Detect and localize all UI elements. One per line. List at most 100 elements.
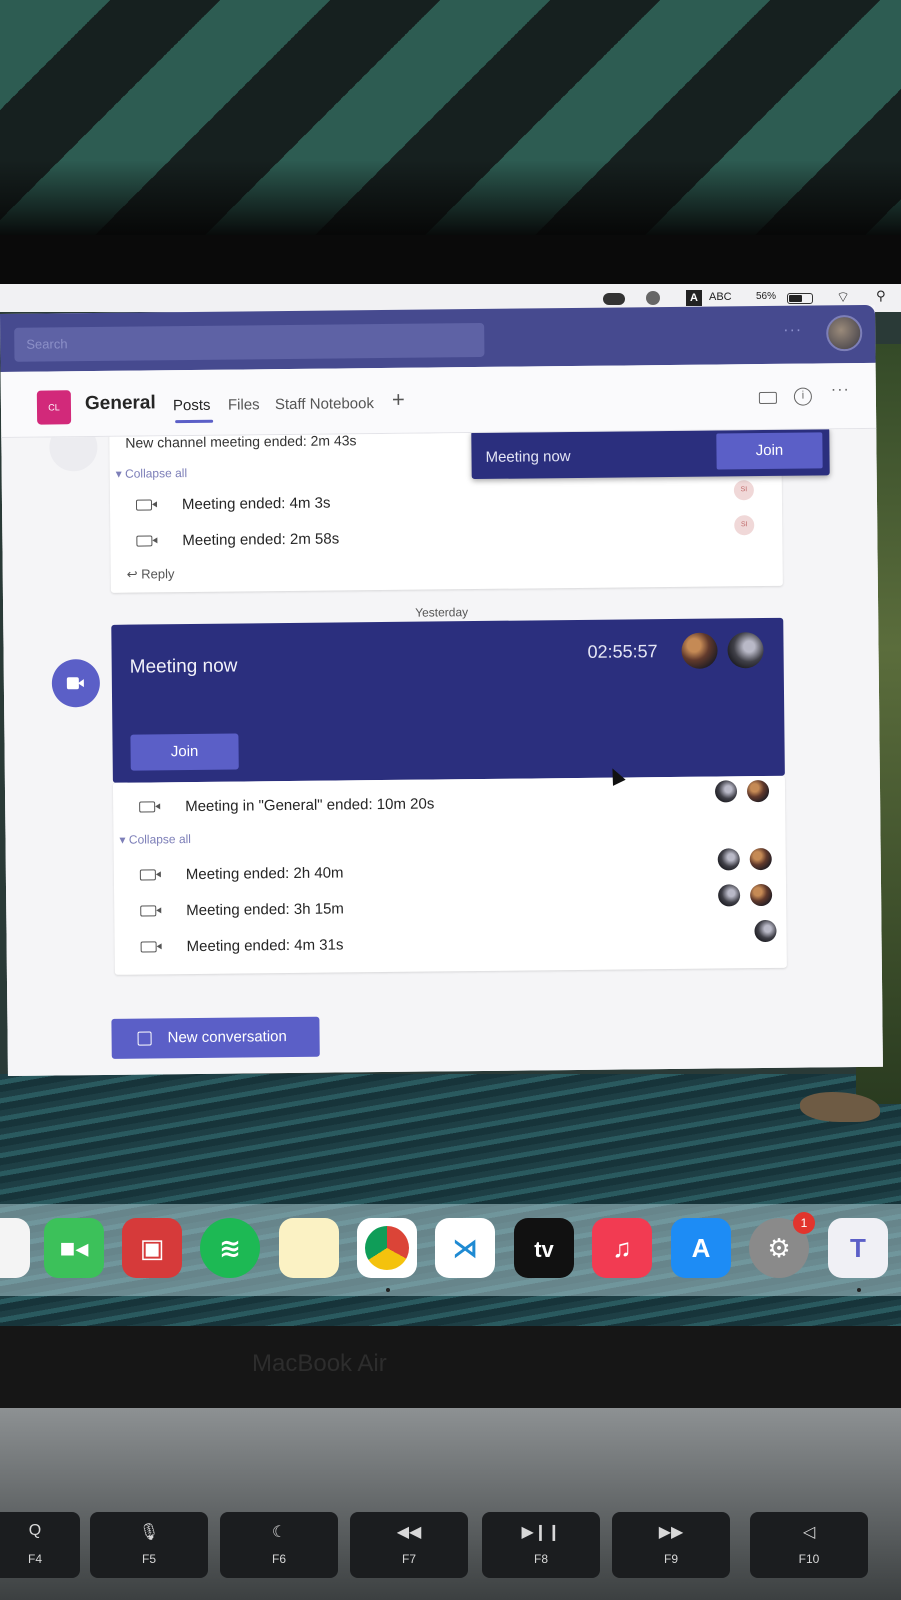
info-icon[interactable]: i: [793, 387, 813, 406]
meeting-now-toast: Meeting now Join: [471, 428, 830, 480]
titlebar-more-icon[interactable]: ···: [783, 322, 802, 340]
input-source-icon[interactable]: A: [686, 290, 702, 306]
meet-now-video-icon[interactable]: [758, 391, 777, 405]
participant-avatar[interactable]: [746, 779, 770, 803]
toast-join-button[interactable]: Join: [716, 432, 823, 470]
key-label: F10: [798, 1552, 820, 1566]
photos-icon[interactable]: [0, 1218, 30, 1278]
key-label: F7: [401, 1552, 416, 1566]
add-tab-button[interactable]: +: [392, 387, 405, 413]
do-not-disturb-key-icon: ☾: [271, 1524, 287, 1541]
new-conversation-button[interactable]: New conversation: [111, 1016, 320, 1059]
laptop-chin: [0, 1326, 901, 1408]
date-divider: Yesterday: [415, 605, 469, 620]
participant-avatar[interactable]: [714, 780, 738, 803]
meeting-row-text: Meeting ended: 2h 40m: [185, 864, 344, 884]
participant-avatar[interactable]: [718, 884, 741, 907]
participant-avatar[interactable]: [727, 632, 764, 669]
participant-avatar[interactable]: [681, 632, 718, 669]
spotify-icon[interactable]: ≋: [200, 1218, 260, 1278]
search-input[interactable]: Search: [14, 322, 485, 362]
key-f7[interactable]: ◀◀ F7: [350, 1512, 468, 1578]
apple-tv-label: tv: [534, 1237, 554, 1262]
meeting-row-text: Meeting ended: 3h 15m: [186, 900, 344, 920]
key-f9[interactable]: ▶▶ F9: [612, 1512, 730, 1578]
reply-button[interactable]: ↩ Reply: [127, 566, 175, 582]
meeting-row-text: Meeting ended: 4m 31s: [186, 936, 344, 956]
facetime-icon[interactable]: ■◂: [44, 1218, 104, 1278]
music-icon[interactable]: ♫: [592, 1218, 652, 1278]
chrome-icon[interactable]: [357, 1218, 417, 1278]
laptop-screen: A ABC 56% ⌔ ⚲ Search ··· CL General Post…: [0, 284, 901, 1326]
notification-badge: 1: [793, 1212, 815, 1234]
channel-header: CL General Posts Files Staff Notebook + …: [0, 362, 877, 438]
key-f5[interactable]: 🎙 F5: [90, 1512, 208, 1578]
system-preferences-icon[interactable]: ⚙ 1: [749, 1212, 815, 1278]
tab-staff-notebook[interactable]: Staff Notebook: [275, 395, 374, 413]
meeting-history-card: Meeting in "General" ended: 10m 20s ▾ Co…: [112, 775, 787, 975]
key-f6[interactable]: ☾ F6: [220, 1512, 338, 1578]
key-f10[interactable]: ◁ F10: [750, 1512, 868, 1578]
running-indicator: [857, 1288, 861, 1292]
tab-posts[interactable]: Posts: [173, 397, 211, 414]
dictation-key-icon: 🎙: [138, 1524, 160, 1541]
reply-label[interactable]: Reply: [141, 566, 174, 581]
meeting-row-text: Meeting in "General" ended: 10m 20s: [185, 795, 435, 816]
meeting-timer: 02:55:57: [587, 641, 658, 662]
rewind-key-icon: ◀◀: [396, 1524, 422, 1541]
app-store-icon[interactable]: A: [671, 1218, 731, 1278]
key-label: F9: [663, 1552, 678, 1566]
apple-tv-icon[interactable]: tv: [514, 1218, 574, 1278]
participant-avatar[interactable]: [754, 919, 777, 943]
profile-avatar[interactable]: [826, 314, 863, 352]
key-label: F4: [27, 1552, 42, 1566]
posts-feed: New channel meeting ended: 2m 43s ▾ Coll…: [1, 428, 883, 1076]
user-icon[interactable]: [646, 291, 660, 305]
participant-avatar[interactable]: [717, 848, 740, 871]
cloud-icon[interactable]: [603, 293, 625, 305]
participant-avatar[interactable]: SI: [733, 480, 754, 501]
teams-window: Search ··· CL General Posts Files Staff …: [0, 304, 883, 1076]
spotlight-key-icon: Q: [28, 1522, 42, 1539]
running-indicator: [386, 1288, 390, 1292]
input-source-label[interactable]: ABC: [709, 291, 732, 303]
video-icon: [136, 535, 153, 547]
notes-icon[interactable]: [279, 1218, 339, 1278]
photo-booth-icon[interactable]: ▣: [122, 1218, 182, 1278]
fast-forward-key-icon: ▶▶: [658, 1524, 684, 1541]
key-label: F6: [271, 1552, 286, 1566]
channel-title: General: [84, 392, 156, 415]
battery-icon[interactable]: [787, 293, 813, 304]
video-icon: [139, 869, 156, 881]
video-icon: [140, 905, 157, 917]
key-f4[interactable]: Q F4: [0, 1512, 80, 1578]
toast-title: Meeting now: [485, 448, 571, 466]
device-brand-label: MacBook Air: [252, 1350, 387, 1377]
background-shadow: [0, 160, 901, 240]
participant-avatar[interactable]: SI: [734, 515, 755, 536]
new-conversation-label[interactable]: New conversation: [167, 1028, 286, 1046]
key-label: F5: [141, 1552, 156, 1566]
vscode-icon[interactable]: ⋊: [435, 1218, 495, 1278]
key-f8[interactable]: ▶❙❙ F8: [482, 1512, 600, 1578]
tab-files[interactable]: Files: [228, 396, 260, 413]
meeting-row-text: Meeting ended: 2m 58s: [182, 530, 340, 550]
collapse-all-link[interactable]: ▾ Collapse all: [119, 832, 191, 847]
meeting-row-text: Meeting ended: 4m 3s: [181, 494, 331, 514]
participant-avatar[interactable]: [749, 847, 772, 871]
collapse-all-label[interactable]: Collapse all: [129, 832, 191, 847]
battery-percent[interactable]: 56%: [756, 291, 776, 302]
play-pause-key-icon: ▶❙❙: [521, 1524, 561, 1541]
team-avatar[interactable]: CL: [36, 390, 72, 425]
screen-bezel-top: [0, 235, 901, 285]
mute-key-icon: ◁: [802, 1524, 816, 1541]
teams-icon[interactable]: T: [828, 1218, 888, 1278]
collapse-all-link[interactable]: ▾ Collapse all: [116, 466, 188, 481]
channel-more-icon[interactable]: ···: [831, 381, 850, 399]
join-meeting-button[interactable]: Join: [130, 733, 239, 771]
meeting-avatar: [51, 658, 101, 708]
spotlight-search-icon[interactable]: ⚲: [876, 288, 886, 304]
participant-avatar[interactable]: [750, 883, 773, 907]
video-icon: [139, 801, 156, 813]
collapse-all-label[interactable]: Collapse all: [125, 466, 187, 481]
